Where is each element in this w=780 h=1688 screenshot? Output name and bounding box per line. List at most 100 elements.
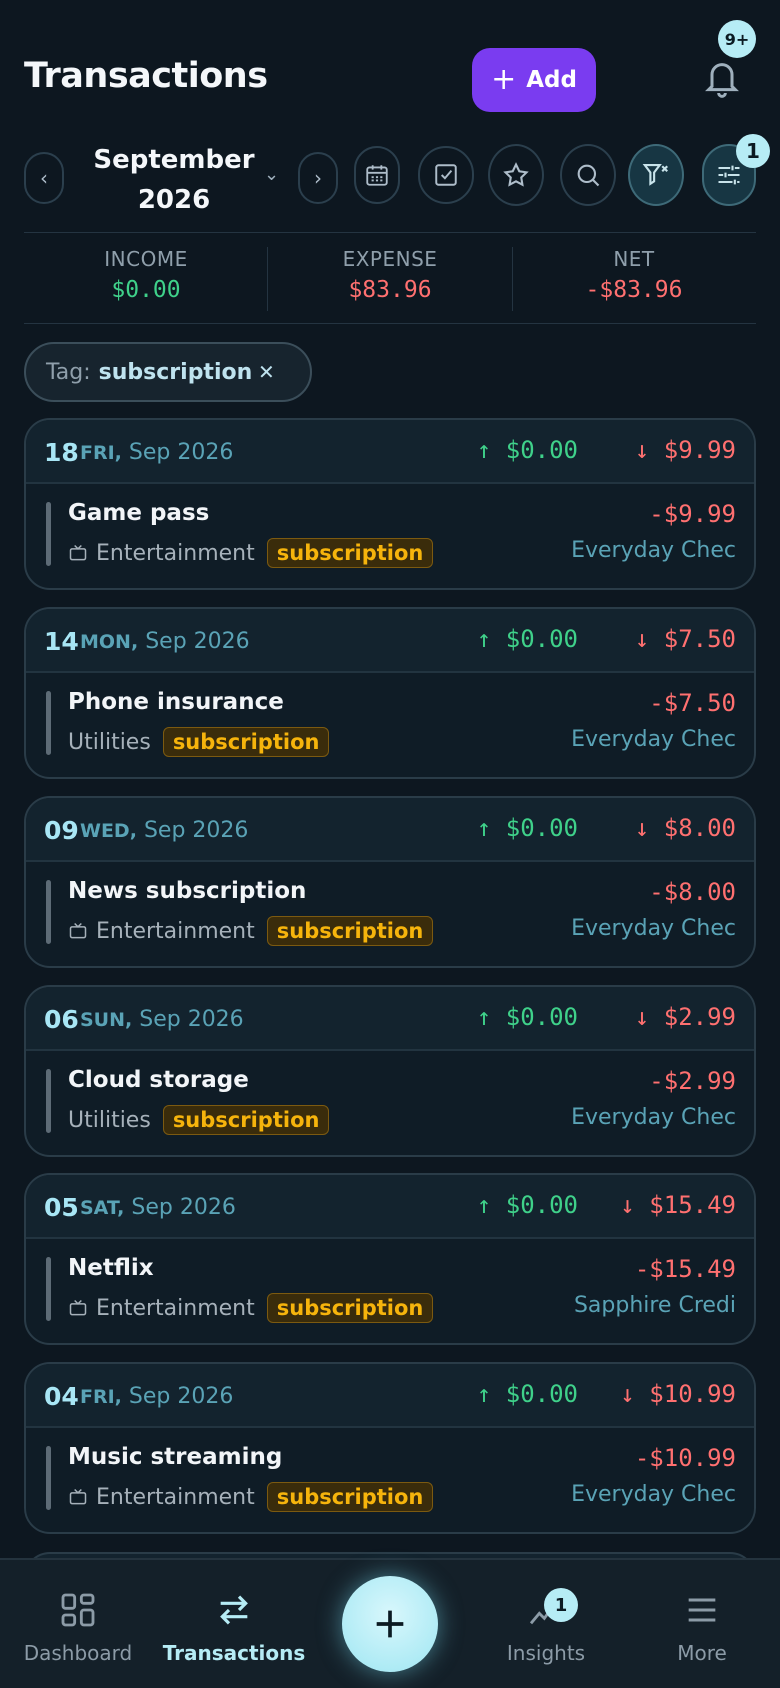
day-income-total: ↑ $0.00 — [476, 1380, 578, 1408]
transaction-name: Game pass — [68, 500, 210, 526]
transaction-indicator — [46, 691, 51, 755]
add-button[interactable]: + Add — [472, 48, 596, 112]
day-card: 18 FRI, Sep 2026 ↑ $0.00 ↓ $9.99 Game pa… — [24, 418, 756, 590]
transaction-name: Netflix — [68, 1255, 154, 1281]
weekday: WED, — [80, 820, 137, 842]
expense-label: EXPENSE — [342, 247, 438, 271]
clear-filter-button[interactable] — [628, 144, 684, 206]
category-label: Utilities — [68, 729, 151, 755]
nav-more-label: More — [677, 1641, 727, 1665]
transaction-indicator — [46, 1257, 51, 1321]
chevron-left-icon: ‹ — [40, 166, 48, 190]
weekday: FRI, — [80, 1386, 122, 1408]
day-number: 09 — [44, 816, 79, 845]
tv-icon — [69, 1299, 87, 1316]
day-income-total: ↑ $0.00 — [476, 436, 578, 464]
day-header: 09 WED, Sep 2026 ↑ $0.00 ↓ $8.00 — [26, 798, 754, 862]
filter-clear-icon — [642, 163, 669, 186]
nav-more[interactable]: More — [627, 1590, 777, 1665]
category-label: Entertainment — [96, 1484, 255, 1510]
transaction-category: Entertainment subscription — [68, 916, 434, 946]
nav-insights-label: Insights — [506, 1641, 586, 1665]
day-expense-total: ↓ $2.99 — [634, 1003, 736, 1031]
tag-filter-label: Tag: — [46, 359, 91, 385]
tag-badge[interactable]: subscription — [162, 727, 330, 757]
day-header: 04 FRI, Sep 2026 ↑ $0.00 ↓ $10.99 — [26, 1364, 754, 1428]
day-header: 06 SUN, Sep 2026 ↑ $0.00 ↓ $2.99 — [26, 987, 754, 1051]
search-button[interactable] — [560, 144, 616, 206]
transaction-amount: -$9.99 — [649, 500, 736, 528]
tag-badge[interactable]: subscription — [266, 1482, 434, 1512]
day-date: SAT, Sep 2026 — [80, 1195, 236, 1220]
transaction-name: Cloud storage — [68, 1067, 249, 1093]
select-button[interactable] — [418, 146, 474, 204]
insights-badge: 1 — [544, 1588, 578, 1622]
transaction-indicator — [46, 502, 51, 566]
day-card: 04 FRI, Sep 2026 ↑ $0.00 ↓ $10.99 Music … — [24, 1362, 756, 1534]
tag-filter-chip[interactable]: Tag: subscription ✕ — [24, 342, 312, 402]
chevron-down-icon[interactable]: ⌄ — [264, 164, 279, 185]
net-label: NET — [613, 247, 655, 271]
day-number: 14 — [44, 627, 79, 656]
plus-icon — [376, 1610, 404, 1638]
day-card: 14 MON, Sep 2026 ↑ $0.00 ↓ $7.50 Phone i… — [24, 607, 756, 779]
transaction-amount: -$10.99 — [634, 1444, 736, 1472]
day-expense-total: ↓ $8.00 — [634, 814, 736, 842]
calendar-button[interactable] — [354, 146, 400, 204]
expense-value: $83.96 — [348, 277, 432, 303]
transaction-name: Music streaming — [68, 1444, 283, 1470]
tv-icon — [69, 544, 87, 561]
day-card: 05 SAT, Sep 2026 ↑ $0.00 ↓ $15.49 Netfli… — [24, 1173, 756, 1345]
day-header: 14 MON, Sep 2026 ↑ $0.00 ↓ $7.50 — [26, 609, 754, 673]
day-number: 05 — [44, 1193, 79, 1222]
transaction-amount: -$8.00 — [649, 878, 736, 906]
month-year: Sep 2026 — [131, 1195, 236, 1220]
prev-month-button[interactable]: ‹ — [24, 152, 64, 204]
transaction-name: Phone insurance — [68, 689, 284, 715]
menu-icon — [688, 1598, 716, 1622]
header: Transactions + Add 9+ — [24, 20, 756, 116]
transaction-indicator — [46, 1446, 51, 1510]
month-name: September — [93, 145, 255, 175]
tag-badge[interactable]: subscription — [266, 1293, 434, 1323]
weekday: SAT, — [80, 1197, 125, 1219]
grid-icon — [61, 1593, 95, 1627]
day-number: 04 — [44, 1382, 79, 1411]
notifications-button[interactable]: 9+ — [692, 20, 756, 116]
transaction-indicator — [46, 1069, 51, 1133]
day-card: 09 WED, Sep 2026 ↑ $0.00 ↓ $8.00 News su… — [24, 796, 756, 968]
add-transaction-fab[interactable] — [342, 1576, 438, 1672]
favorites-button[interactable] — [488, 144, 544, 206]
page-title: Transactions — [24, 56, 268, 96]
expense-summary: EXPENSE $83.96 — [268, 247, 512, 303]
nav-dashboard[interactable]: Dashboard — [3, 1590, 153, 1665]
transaction-account: Everyday Chec — [571, 727, 736, 752]
toolbar: ‹ September 2026 ⌄ › 1 — [24, 134, 770, 215]
sliders-icon — [718, 165, 740, 185]
tag-badge[interactable]: subscription — [266, 538, 434, 568]
day-date: WED, Sep 2026 — [80, 818, 248, 843]
category-label: Entertainment — [96, 540, 255, 566]
tag-badge[interactable]: subscription — [162, 1105, 330, 1135]
day-expense-total: ↓ $15.49 — [620, 1191, 736, 1219]
day-header: 18 FRI, Sep 2026 ↑ $0.00 ↓ $9.99 — [26, 420, 754, 484]
tv-icon — [69, 922, 87, 939]
transaction-account: Everyday Chec — [571, 538, 736, 563]
category-label: Utilities — [68, 1107, 151, 1133]
tag-badge[interactable]: subscription — [266, 916, 434, 946]
close-icon[interactable]: ✕ — [258, 360, 275, 384]
category-label: Entertainment — [96, 918, 255, 944]
day-date: MON, Sep 2026 — [80, 629, 250, 654]
income-label: INCOME — [104, 247, 188, 271]
month-selector[interactable]: September 2026 — [82, 140, 266, 220]
weekday: FRI, — [80, 442, 122, 464]
transaction-account: Everyday Chec — [571, 1482, 736, 1507]
day-income-total: ↑ $0.00 — [476, 1191, 578, 1219]
calendar-icon — [366, 165, 388, 186]
next-month-button[interactable]: › — [298, 152, 338, 204]
transaction-category: Entertainment subscription — [68, 538, 434, 568]
tag-filter-value: subscription — [98, 359, 253, 385]
transaction-category: Entertainment subscription — [68, 1482, 434, 1512]
month-year: Sep 2026 — [139, 1007, 244, 1032]
nav-transactions[interactable]: Transactions — [159, 1590, 309, 1665]
